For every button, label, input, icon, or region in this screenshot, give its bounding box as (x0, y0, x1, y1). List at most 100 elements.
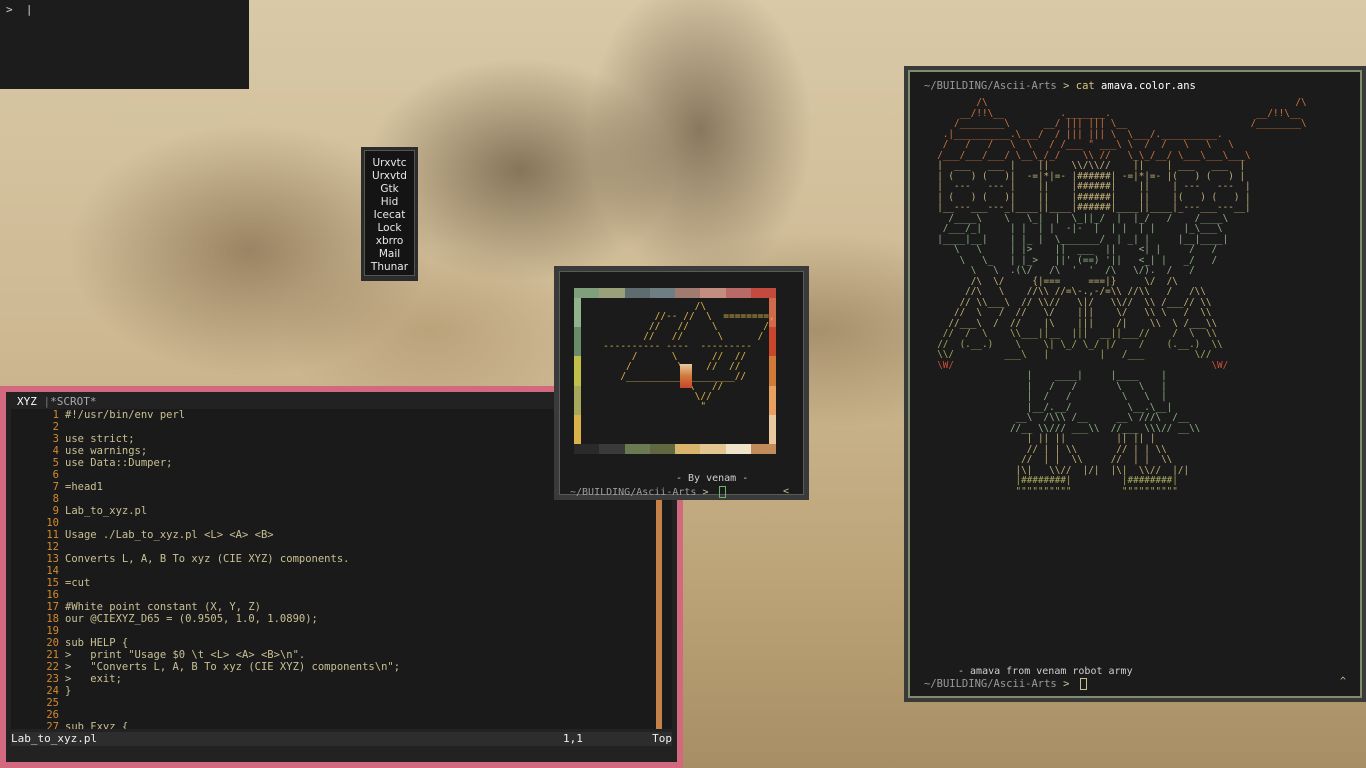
menu-item-urxvtd[interactable]: Urxvtd (365, 170, 414, 183)
menu-item-urxvtc[interactable]: Urxvtc (365, 157, 414, 170)
code-line[interactable]: 10 (11, 517, 672, 529)
ascii-terminal-large[interactable]: ~/BUILDING/Ascii-Arts > cat amava.color.… (904, 66, 1366, 702)
line-number: 17 (46, 601, 59, 613)
code-line[interactable]: 16 (11, 589, 672, 601)
line-number: 20 (46, 637, 59, 649)
line-text: > exit; (65, 673, 122, 685)
mini-terminal-prompt: > | (6, 3, 33, 16)
ascii-terminal-large-frame: ~/BUILDING/Ascii-Arts > cat amava.color.… (908, 70, 1362, 698)
line-text: =head1 (65, 481, 103, 493)
large-prompt-arrow: > (1063, 678, 1070, 690)
palette-swatch (769, 414, 776, 445)
ascii-robot-art: /\ /\ __/!!\__ ._______. __/!!\__ /_____… (926, 97, 1307, 497)
code-line[interactable]: 20 sub HELP { (11, 637, 672, 649)
status-scroll-position: Top (652, 732, 672, 745)
line-number: 21 (46, 649, 59, 661)
line-text: =cut (65, 577, 91, 589)
line-text: Lab_to_xyz.pl (65, 505, 148, 517)
ascii-art-color-block (680, 364, 692, 388)
line-number: 27 (46, 721, 59, 729)
code-line[interactable]: 26 (11, 709, 672, 721)
code-line[interactable]: 27 sub Fxyz { (11, 721, 672, 729)
line-number: 18 (46, 613, 59, 625)
line-number: 11 (46, 529, 59, 541)
large-terminal-indicator: ^ (1339, 676, 1346, 687)
small-terminal-indicator: < (782, 486, 789, 497)
line-text: use strict; (65, 433, 135, 445)
small-prompt-path: ~/BUILDING/Ascii-Arts (570, 487, 697, 498)
robot-art-byline: - amava from venam robot army (958, 666, 1133, 677)
palette-swatch (574, 327, 581, 357)
code-line[interactable]: 9 Lab_to_xyz.pl (11, 505, 672, 517)
line-number: 9 (52, 505, 59, 517)
code-line[interactable]: 22 > "Converts L, A, B To xyz (CIE XYZ) c… (11, 661, 672, 673)
line-text: our @CIEXYZ_D65 = (0.9505, 1.0, 1.0890); (65, 613, 318, 625)
menu-item-icecat[interactable]: Icecat (365, 209, 414, 222)
menu-item-lock[interactable]: Lock (365, 222, 414, 235)
large-terminal-cursor (1079, 678, 1087, 690)
large-cmd-arrow: > (1063, 80, 1070, 92)
code-line[interactable]: 13 Converts L, A, B To xyz (CIE XYZ) comp… (11, 553, 672, 565)
menu-item-mail[interactable]: Mail (365, 248, 414, 261)
line-text: #!/usr/bin/env perl (65, 409, 186, 421)
code-line[interactable]: 24} (11, 685, 672, 697)
palette-swatch (675, 444, 701, 454)
code-line[interactable]: 21 > print "Usage $0 \t <L> <A> <B>\n". (11, 649, 672, 661)
line-text: sub Fxyz { (65, 721, 129, 729)
status-cursor-position: 1,1 (563, 732, 583, 745)
menu-item-hid[interactable]: Hid (365, 196, 414, 209)
code-line[interactable]: 19 (11, 625, 672, 637)
tab-xyz[interactable]: XYZ (17, 395, 37, 408)
line-number: 16 (46, 589, 59, 601)
line-text: #White point constant (X, Y, Z) (65, 601, 261, 613)
line-number: 22 (46, 661, 59, 673)
palette-swatch (750, 444, 776, 454)
line-text: sub HELP { (65, 637, 129, 649)
code-line[interactable]: 17 #White point constant (X, Y, Z) (11, 601, 672, 613)
small-terminal-prompt[interactable]: ~/BUILDING/Ascii-Arts > (570, 486, 726, 498)
code-line[interactable]: 25 (11, 697, 672, 709)
line-number: 1 (52, 409, 59, 421)
code-line[interactable]: 18 our @CIEXYZ_D65 = (0.9505, 1.0, 1.0890… (11, 613, 672, 625)
large-cmd-argument: amava.color.ans (1101, 80, 1196, 92)
palette-swatch (700, 288, 726, 298)
palette-swatch (574, 414, 581, 445)
app-launcher-list: Urxvtc Urxvtd Gtk Hid Icecat Lock xbrro … (364, 150, 415, 276)
line-number: 6 (52, 469, 59, 481)
tab-scrot[interactable]: *SCROT* (50, 395, 96, 408)
code-line[interactable]: 23 > exit; (11, 673, 672, 685)
line-text: } (65, 685, 72, 697)
menu-item-thunar[interactable]: Thunar (365, 261, 414, 274)
large-terminal-prompt[interactable]: ~/BUILDING/Ascii-Arts > (924, 678, 1087, 690)
line-number: 3 (52, 433, 59, 445)
palette-swatch (725, 288, 751, 298)
line-number: 15 (46, 577, 59, 589)
line-number: 24 (46, 685, 59, 697)
code-line[interactable]: 11 Usage ./Lab_to_xyz.pl <L> <A> <B> (11, 529, 672, 541)
palette-swatch (725, 444, 751, 454)
small-prompt-arrow: > (702, 487, 709, 498)
line-text: > "Converts L, A, B To xyz (CIE XYZ) com… (65, 661, 401, 673)
palette-swatch (649, 288, 675, 298)
code-line[interactable]: 15 =cut (11, 577, 672, 589)
menu-item-gtk[interactable]: Gtk (365, 183, 414, 196)
line-text: > print "Usage $0 \t <L> <A> <B>\n". (65, 649, 306, 661)
ascii-terminal-small[interactable]: /\ //-- // \ ========, // // \ / // // \… (554, 266, 809, 500)
line-number: 19 (46, 625, 59, 637)
code-line[interactable]: 14 (11, 565, 672, 577)
palette-swatch (574, 444, 600, 454)
palette-swatch (649, 444, 675, 454)
line-number: 5 (52, 457, 59, 469)
line-number: 26 (46, 709, 59, 721)
menu-item-xbrro[interactable]: xbrro (365, 235, 414, 248)
ascii-terminal-small-frame: /\ //-- // \ ========, // // \ / // // \… (559, 271, 804, 498)
large-cmd-path: ~/BUILDING/Ascii-Arts (924, 80, 1057, 92)
code-line[interactable]: 12 (11, 541, 672, 553)
mini-terminal[interactable]: > | (0, 0, 249, 89)
ascii-art-byline: - By venam - (676, 473, 749, 484)
palette-swatch (750, 288, 776, 298)
line-number: 14 (46, 565, 59, 577)
large-cmd-name: cat (1075, 80, 1095, 92)
vim-statusline: Lab_to_xyz.pl 1,1 Top (11, 732, 672, 746)
line-text: Converts L, A, B To xyz (CIE XYZ) compon… (65, 553, 350, 565)
